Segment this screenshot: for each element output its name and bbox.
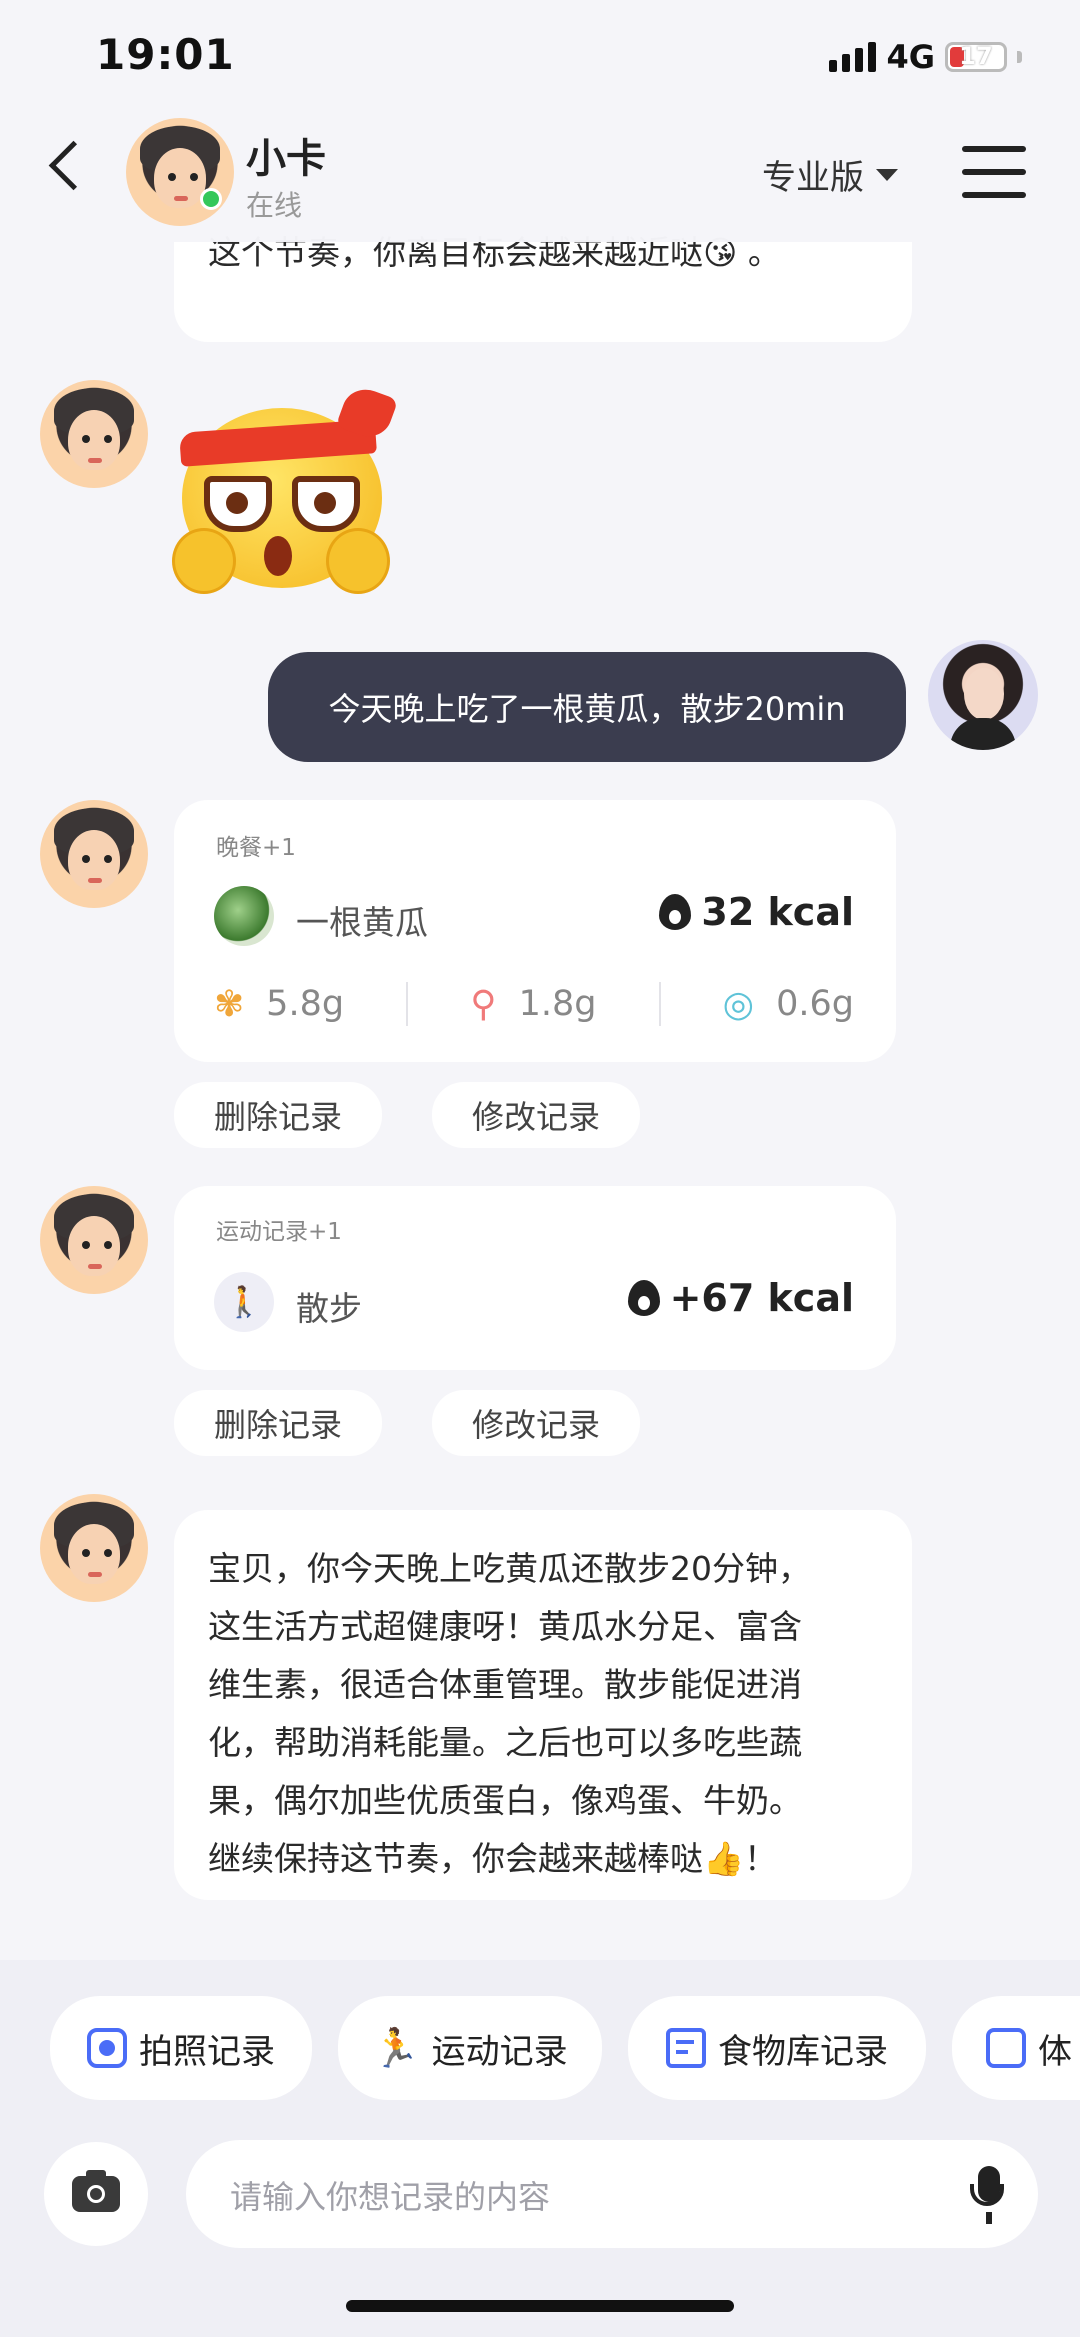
wheat-icon: ✾ bbox=[214, 983, 245, 1025]
button-label: 拍照记录 bbox=[139, 2031, 275, 2072]
user-avatar[interactable] bbox=[928, 640, 1038, 750]
macro-row: ✾ 5.8g ⚲ 1.8g ◎ 0.6g bbox=[214, 982, 854, 1026]
status-time: 19:01 bbox=[96, 30, 235, 79]
exercise-record-button[interactable]: 🏃 运动记录 bbox=[338, 1996, 602, 2100]
bot-reply-message: 宝贝，你今天晚上吃黄瓜还散步20分钟， 这生活方式超健康呀！黄瓜水分足、富含 维… bbox=[174, 1510, 912, 1900]
reply-text: 宝贝，你今天晚上吃黄瓜还散步20分钟， 这生活方式超健康呀！黄瓜水分足、富含 维… bbox=[208, 1549, 811, 1878]
scale-icon bbox=[986, 2028, 1026, 2068]
bot-avatar[interactable] bbox=[40, 380, 148, 488]
button-label: 食物库记录 bbox=[718, 2031, 888, 2072]
calorie-value: +67 kcal bbox=[669, 1276, 854, 1320]
microphone-icon[interactable] bbox=[970, 2166, 1004, 2206]
exercise-record-card[interactable]: 运动记录+1 🚶 散步 +67 kcal bbox=[174, 1186, 896, 1370]
version-label: 专业版 bbox=[762, 158, 864, 198]
network-label: 4G bbox=[886, 38, 935, 76]
bot-avatar[interactable] bbox=[126, 118, 234, 226]
delete-record-button[interactable]: 删除记录 bbox=[174, 1390, 382, 1456]
button-label: 运动记录 bbox=[431, 2031, 568, 2072]
user-message: 今天晚上吃了一根黄瓜，散步20min bbox=[268, 652, 906, 762]
camera-icon bbox=[72, 2170, 120, 2212]
exercise-calories: +67 kcal bbox=[627, 1276, 854, 1320]
online-indicator bbox=[200, 188, 222, 210]
meal-tag: 晚餐+1 bbox=[216, 835, 296, 861]
food-name: 一根黄瓜 bbox=[296, 903, 428, 942]
flame-icon bbox=[627, 1280, 660, 1316]
oil-drop-icon: ◎ bbox=[722, 983, 755, 1025]
exercise-tag: 运动记录+1 bbox=[216, 1219, 342, 1245]
signal-icon bbox=[829, 42, 877, 72]
message-input[interactable]: 请输入你想记录的内容 bbox=[186, 2140, 1038, 2248]
carb-value: 5.8g bbox=[266, 984, 345, 1024]
delete-record-button[interactable]: 删除记录 bbox=[174, 1082, 382, 1148]
edit-record-button[interactable]: 修改记录 bbox=[432, 1390, 640, 1456]
camera-scan-icon bbox=[87, 2028, 127, 2068]
version-dropdown[interactable]: 专业版 bbox=[762, 150, 898, 199]
menu-icon[interactable] bbox=[962, 146, 1026, 215]
flame-icon bbox=[659, 894, 692, 930]
caret-down-icon bbox=[876, 168, 898, 181]
photo-record-button[interactable]: 拍照记录 bbox=[50, 1996, 312, 2100]
document-icon bbox=[666, 2028, 706, 2068]
activity-name: 散步 bbox=[296, 1289, 362, 1328]
battery-level: 17 bbox=[959, 42, 993, 70]
message-text: 今天晚上吃了一根黄瓜，散步20min bbox=[328, 690, 846, 728]
cucumber-icon bbox=[214, 886, 274, 946]
determined-emoji-sticker bbox=[172, 382, 399, 594]
meal-calories: 32 kcal bbox=[659, 890, 854, 934]
status-icons: 4G 17 bbox=[829, 38, 1022, 76]
bot-avatar[interactable] bbox=[40, 1494, 148, 1602]
bot-avatar[interactable] bbox=[40, 1186, 148, 1294]
fat-value: 0.6g bbox=[776, 984, 854, 1024]
running-icon: 🏃 bbox=[372, 2025, 420, 2070]
contact-name: 小卡 bbox=[246, 136, 326, 182]
input-placeholder: 请输入你想记录的内容 bbox=[230, 2178, 551, 2216]
protein-value: 1.8g bbox=[518, 984, 597, 1024]
presence-status: 在线 bbox=[246, 189, 303, 222]
camera-button[interactable] bbox=[44, 2142, 148, 2246]
drumstick-icon: ⚲ bbox=[470, 983, 497, 1025]
button-label: 体 bbox=[1038, 2031, 1072, 2072]
calorie-value: 32 kcal bbox=[701, 890, 854, 934]
meal-record-card[interactable]: 晚餐+1 一根黄瓜 32 kcal ✾ 5.8g ⚲ 1.8g ◎ 0.6g bbox=[174, 800, 896, 1062]
walking-icon: 🚶 bbox=[214, 1272, 274, 1332]
food-library-record-button[interactable]: 食物库记录 bbox=[628, 1996, 926, 2100]
edit-record-button[interactable]: 修改记录 bbox=[432, 1082, 640, 1148]
battery-icon: 17 bbox=[945, 42, 1007, 72]
home-indicator[interactable] bbox=[346, 2300, 734, 2312]
bot-avatar[interactable] bbox=[40, 800, 148, 908]
weight-record-button[interactable]: 体 bbox=[952, 1996, 1080, 2100]
